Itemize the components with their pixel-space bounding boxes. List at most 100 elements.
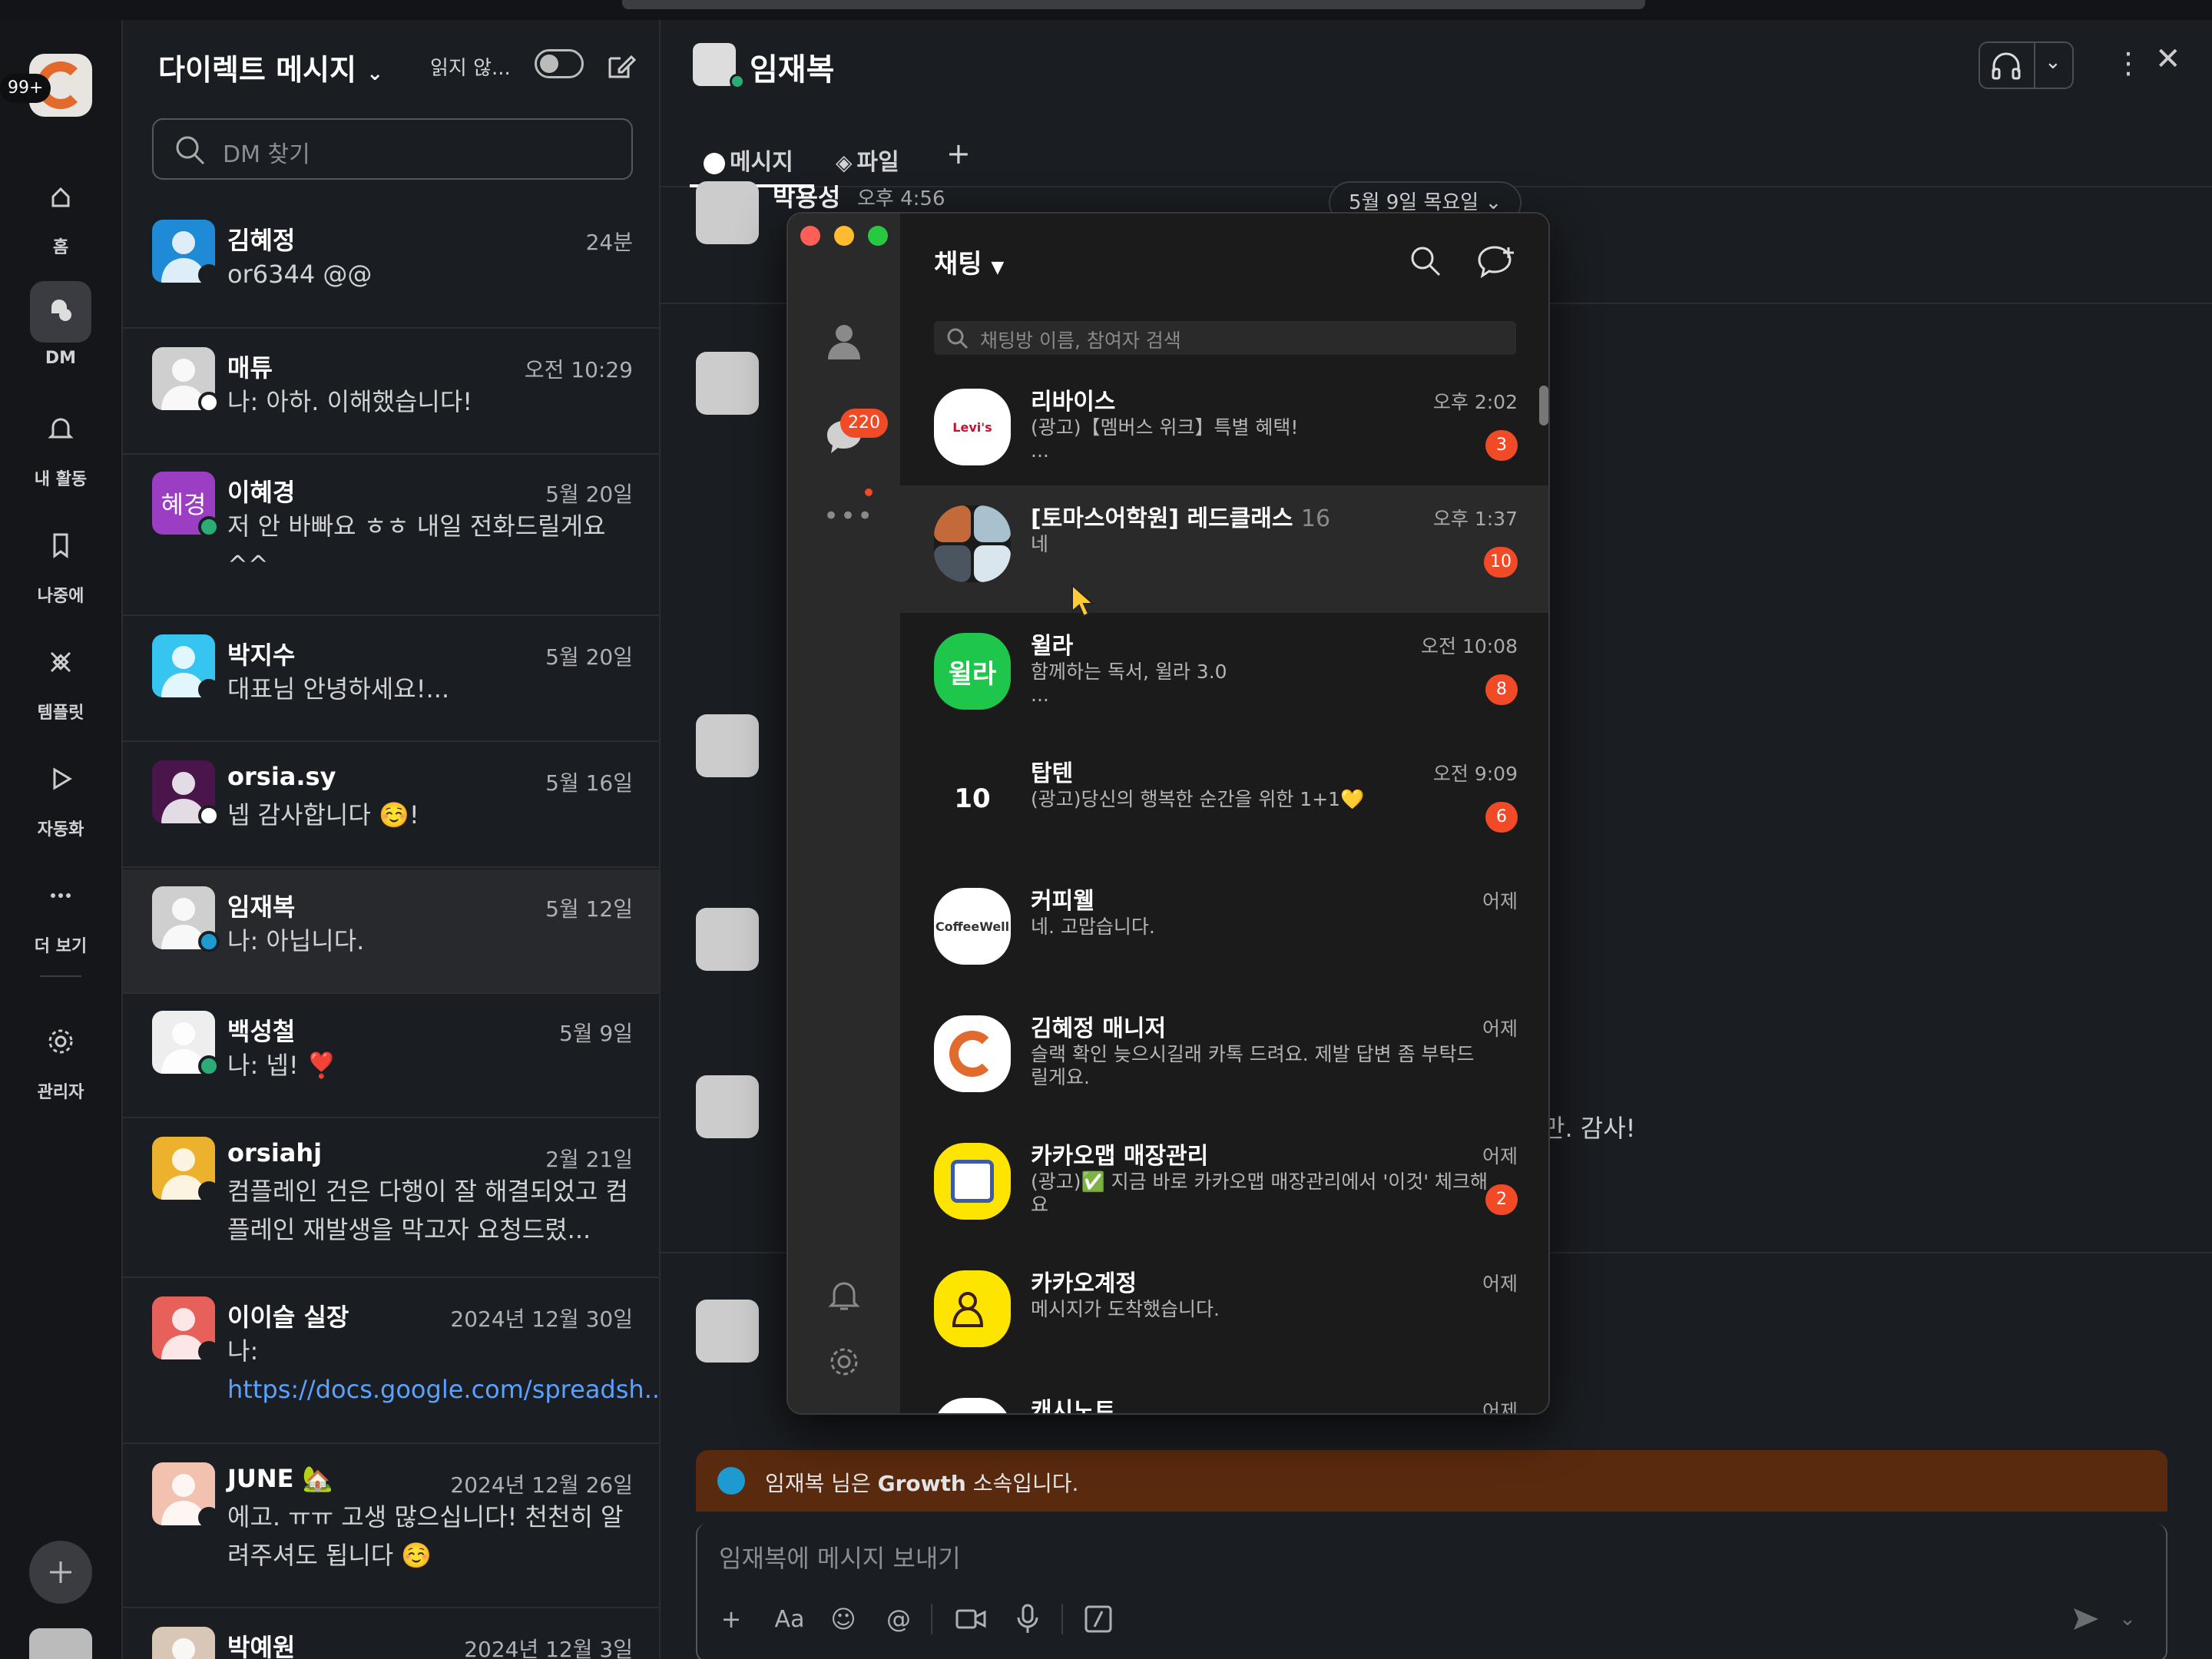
- more-icon[interactable]: •••: [823, 501, 874, 531]
- online-status-dot: [730, 74, 745, 89]
- rail-item-4[interactable]: 나중에: [0, 515, 121, 607]
- rail-item-7[interactable]: 더 보기: [0, 865, 121, 957]
- huddle-button[interactable]: ⌄: [1979, 41, 2074, 89]
- dm-list-item[interactable]: 박지수 5월 20일 대표님 안녕하세요!...: [123, 618, 659, 742]
- dm-list-item[interactable]: 백성철 5월 9일 나: 넵! ❣️: [123, 994, 659, 1118]
- kakao-chat-avatar: [934, 1143, 1011, 1220]
- dm-preview-link[interactable]: https://docs.google.com/spreadsh...: [227, 1375, 659, 1404]
- dm-list-item[interactable]: 김혜정 24분 or6344 @@: [123, 203, 659, 329]
- close-icon[interactable]: ✕: [2155, 41, 2181, 77]
- add-tab-button[interactable]: +: [946, 137, 971, 171]
- rail-item-2[interactable]: DM: [0, 281, 121, 368]
- user-avatar[interactable]: [29, 1628, 92, 1659]
- dm-list-item[interactable]: 혜경 이혜경 5월 20일 저 안 바빠요 ㅎㅎ 내일 전화드릴게요 ^^: [123, 455, 659, 616]
- rail-item-8[interactable]: 관리자: [0, 1011, 121, 1103]
- rail-item-5[interactable]: 템플릿: [0, 631, 121, 724]
- window-zoom-button[interactable]: [868, 226, 888, 246]
- org-badge-icon: [717, 1467, 745, 1495]
- kakao-chat-avatar: [934, 1015, 1011, 1092]
- microphone-icon[interactable]: [1011, 1602, 1045, 1636]
- kakao-sidebar: 220 •••: [788, 214, 900, 1413]
- window-close-button[interactable]: [800, 226, 820, 246]
- slash-command-icon[interactable]: [1081, 1602, 1115, 1636]
- kakao-avatar-text: 10: [954, 783, 991, 814]
- search-icon: [947, 328, 969, 349]
- kakao-chat-name: [토마스어학원] 레드클래스 16: [1031, 499, 1330, 533]
- global-search-bar[interactable]: [622, 0, 1645, 9]
- kakao-chat-name-text: [토마스어학원] 레드클래스: [1031, 505, 1293, 532]
- dm-list-item[interactable]: JUNE 🏡 2024년 12월 26일 에고. ㅠㅠ 고생 많으십니다! 천천…: [123, 1445, 659, 1608]
- kakao-chat-row[interactable]: 김혜정 매니저 슬랙 확인 늦으시길래 카톡 드려요. 제발 답변 좀 부탁드릴…: [900, 995, 1548, 1123]
- rail-item-3[interactable]: 내 활동: [0, 398, 121, 490]
- dm-preview-text: 나: 넵! ❣️: [227, 1051, 337, 1080]
- dm-preview-text: 컴플레인 건은 다행이 잘 해결되었고 컴플레인 재발생을 막고자 요청드렸..…: [227, 1177, 628, 1244]
- tab-files[interactable]: ◈ 파일: [836, 143, 899, 177]
- send-icon[interactable]: [2069, 1602, 2103, 1636]
- dm-list-item[interactable]: 이이슬 실장 2024년 12월 30일 나: https://docs.goog…: [123, 1280, 659, 1444]
- home-icon: [30, 166, 91, 227]
- dm-list-item[interactable]: orsiahj 2월 21일 컴플레인 건은 다행이 잘 해결되었고 컴플레인 …: [123, 1120, 659, 1278]
- message-avatar[interactable]: [696, 181, 759, 244]
- message-avatar[interactable]: [696, 908, 759, 971]
- dm-search-input[interactable]: DM 찾기: [152, 118, 633, 180]
- kakao-chat-row[interactable]: 10 탑텐 (광고)당신의 행복한 순간을 위한 1+1💛 오전 9:09 6: [900, 740, 1548, 868]
- message-composer[interactable]: 임재복에 메시지 보내기 + Aa ☺ @ ⌄: [696, 1524, 2167, 1659]
- kakao-chat-name: 카카오계정: [1031, 1264, 1137, 1298]
- dm-name: orsia.sy: [227, 762, 336, 791]
- toolbar-divider: [931, 1604, 932, 1634]
- dm-preview-text: 대표님 안녕하세요!...: [227, 674, 450, 704]
- kakao-chat-row[interactable]: [토마스어학원] 레드클래스 16 네 오후 1:37 10: [900, 485, 1548, 613]
- kakao-scrollbar[interactable]: [1539, 386, 1548, 426]
- mention-icon[interactable]: @: [882, 1602, 916, 1636]
- add-workspace-button[interactable]: [29, 1541, 92, 1604]
- tab-messages[interactable]: 메시지: [704, 143, 793, 177]
- dm-name: 백성철: [227, 1017, 296, 1046]
- new-chat-icon[interactable]: [1478, 244, 1518, 278]
- template-icon: [30, 631, 91, 693]
- window-minimize-button[interactable]: [834, 226, 854, 246]
- kakao-chat-row[interactable]: CoffeeWell 커피웰 네. 고맙습니다. 어제: [900, 868, 1548, 995]
- message-avatar[interactable]: [696, 1075, 759, 1138]
- emoji-icon[interactable]: ☺: [826, 1602, 860, 1636]
- kakao-search-input[interactable]: 채팅방 이름, 참여자 검색: [934, 321, 1516, 355]
- kakao-chat-row[interactable]: 카카오맵 매장관리 (광고)✅ 지금 바로 카카오맵 매장관리에서 '이것' 체…: [900, 1123, 1548, 1250]
- kakao-member-count: 16: [1300, 505, 1331, 532]
- dm-time: 2024년 12월 30일: [450, 1306, 633, 1332]
- kakao-chat-row[interactable]: 카카오계정 메시지가 도착했습니다. 어제: [900, 1250, 1548, 1378]
- dm-list-item[interactable]: orsia.sy 5월 16일 넵 감사합니다 ☺️!: [123, 743, 659, 868]
- settings-icon[interactable]: [828, 1346, 860, 1378]
- kakao-chat-time: 어제: [1482, 1400, 1518, 1415]
- dm-list-item[interactable]: 임재복 5월 12일 나: 아닙니다.: [123, 869, 659, 994]
- rail-item-1[interactable]: 홈: [0, 166, 121, 258]
- search-icon[interactable]: [1409, 244, 1442, 278]
- dm-list-item[interactable]: 박예원 2024년 12월 3일: [123, 1610, 659, 1659]
- dm-list-item[interactable]: 매튜 오전 10:29 나: 아하. 이해했습니다!: [123, 330, 659, 455]
- bell-icon[interactable]: [828, 1278, 860, 1312]
- message-avatar[interactable]: [696, 714, 759, 777]
- dm-preview-text: or6344 @@: [227, 260, 373, 289]
- message-sender[interactable]: 박용성: [773, 178, 840, 214]
- chat-title[interactable]: 임재복: [750, 45, 834, 89]
- send-options-chevron-icon[interactable]: ⌄: [2111, 1602, 2144, 1636]
- kakao-chat-row[interactable]: 캐시노트 어제: [900, 1378, 1548, 1415]
- kakao-chat-row[interactable]: Levi's 리바이스 (광고)【멤버스 위크】특별 혜택! ... 오후 2:…: [900, 369, 1548, 496]
- kakao-chat-row[interactable]: 윌라 윌라 함께하는 독서, 윌라 3.0 ... 오전 10:08 8: [900, 613, 1548, 740]
- presence-status-dot: [198, 805, 220, 826]
- dm-title[interactable]: 다이렉트 메시지 ⌄: [158, 46, 383, 88]
- format-text-icon[interactable]: Aa: [767, 1602, 813, 1636]
- dm-panel: 다이렉트 메시지 ⌄ 읽지 않... DM 찾기 김혜정 24분 or6344 …: [121, 20, 661, 1659]
- dm-preview: 나: 아하. 이해했습니다!: [227, 382, 642, 421]
- kakao-chat-name: 커피웰: [1031, 882, 1094, 916]
- message-avatar[interactable]: [696, 352, 759, 415]
- dm-name: JUNE 🏡: [227, 1464, 333, 1493]
- plus-icon[interactable]: +: [714, 1602, 748, 1636]
- video-icon[interactable]: [954, 1602, 988, 1636]
- compose-icon[interactable]: [605, 51, 637, 84]
- unread-toggle[interactable]: [535, 49, 584, 78]
- more-icon: [30, 865, 91, 926]
- rail-item-6[interactable]: 자동화: [0, 748, 121, 840]
- friends-icon[interactable]: [823, 321, 865, 363]
- more-vertical-icon[interactable]: ⋮: [2114, 46, 2143, 80]
- kakao-title[interactable]: 채팅 ▼: [934, 243, 1004, 280]
- message-avatar[interactable]: [696, 1300, 759, 1363]
